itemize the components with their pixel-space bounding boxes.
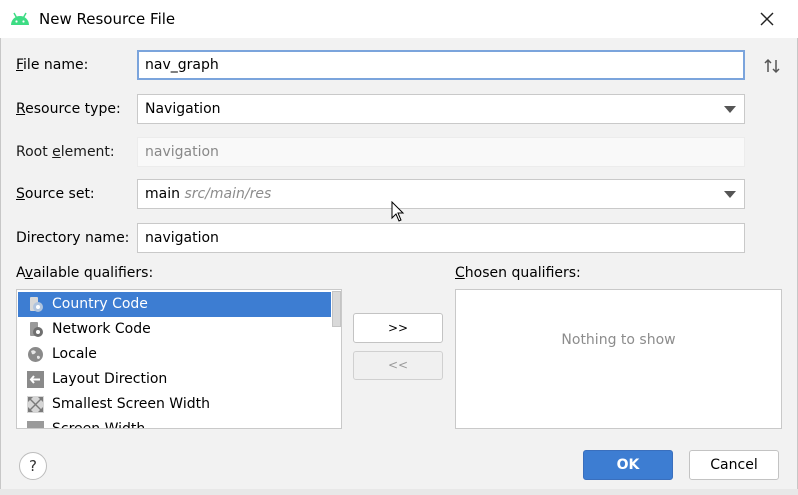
cancel-button[interactable]: Cancel: [689, 450, 779, 480]
chosen-qualifiers-list[interactable]: Nothing to show: [455, 289, 782, 429]
help-button[interactable]: ?: [19, 452, 47, 480]
network-code-icon: [30, 322, 43, 337]
list-scrollbar-thumb[interactable]: [332, 291, 341, 327]
file-name-input[interactable]: nav_graph: [137, 50, 745, 80]
source-set-select[interactable]: main src/main/res: [137, 179, 745, 209]
list-item[interactable]: Screen Width: [18, 417, 331, 428]
chevron-down-icon: [724, 106, 736, 113]
android-icon: [11, 12, 29, 25]
list-item[interactable]: Network Code: [18, 317, 331, 342]
available-qualifiers-list[interactable]: Country Code Network Code Locale Layout …: [16, 289, 342, 429]
directory-name-input[interactable]: navigation: [137, 223, 745, 253]
list-item[interactable]: Layout Direction: [18, 367, 331, 392]
chevron-down-icon: [724, 191, 736, 198]
screen-width-icon: [27, 421, 44, 428]
list-item[interactable]: Country Code: [18, 292, 331, 317]
empty-state-text: Nothing to show: [561, 332, 676, 348]
chosen-qualifiers-label: Chosen qualifiers:: [455, 265, 581, 281]
smallest-screen-width-icon: [27, 396, 44, 413]
add-qualifier-button[interactable]: >>: [353, 313, 443, 343]
window-title: New Resource File: [39, 10, 176, 28]
available-qualifiers-label: Available qualifiers:: [16, 265, 154, 281]
window-bottom-edge: [0, 489, 798, 495]
file-name-label: File name:: [16, 57, 89, 73]
remove-qualifier-button[interactable]: <<: [353, 351, 443, 380]
country-code-icon: [30, 297, 43, 312]
root-element-field: navigation: [137, 137, 745, 167]
resource-type-select[interactable]: Navigation: [137, 94, 745, 124]
layout-direction-icon: [27, 371, 44, 388]
sort-icon[interactable]: [762, 56, 782, 76]
source-set-path-hint: src/main/res: [184, 186, 272, 202]
directory-name-label: Directory name:: [16, 230, 130, 246]
list-item[interactable]: Smallest Screen Width: [18, 392, 331, 417]
ok-button[interactable]: OK: [583, 450, 673, 480]
close-icon[interactable]: [754, 6, 780, 32]
title-bar: New Resource File: [0, 0, 798, 38]
mouse-cursor-icon: [391, 201, 405, 222]
globe-icon: [28, 347, 43, 362]
list-item[interactable]: Locale: [18, 342, 331, 367]
resource-type-label: Resource type:: [16, 101, 121, 117]
root-element-label: Root element:: [16, 144, 115, 160]
source-set-label: Source set:: [16, 186, 95, 202]
